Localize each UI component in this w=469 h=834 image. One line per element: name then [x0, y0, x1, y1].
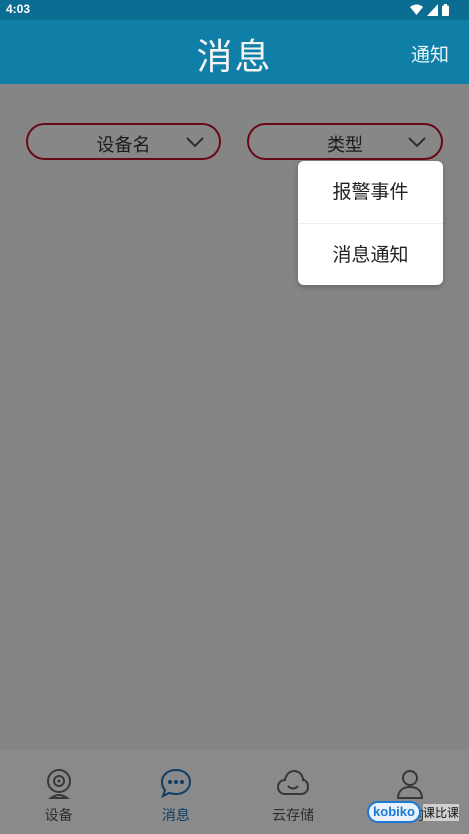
status-bar: 4:03 — [0, 0, 469, 20]
signal-icon — [427, 1, 438, 20]
watermark-logo: kobiko — [366, 801, 421, 823]
menu-item-message-notice[interactable]: 消息通知 — [298, 223, 443, 285]
battery-icon — [442, 1, 449, 20]
status-icons — [410, 3, 449, 17]
notify-button[interactable]: 通知 — [411, 40, 449, 67]
page-title: 消息 — [196, 37, 273, 78]
type-dropdown-menu: 报警事件 消息通知 — [298, 161, 443, 285]
menu-item-alarm-event[interactable]: 报警事件 — [298, 161, 443, 223]
app-header: 消息 通知 — [0, 20, 469, 84]
wifi-icon — [410, 1, 423, 20]
watermark-text: 课比课 — [422, 803, 459, 821]
status-time: 4:03 — [6, 2, 31, 16]
watermark: kobiko 课比课 — [366, 798, 459, 826]
